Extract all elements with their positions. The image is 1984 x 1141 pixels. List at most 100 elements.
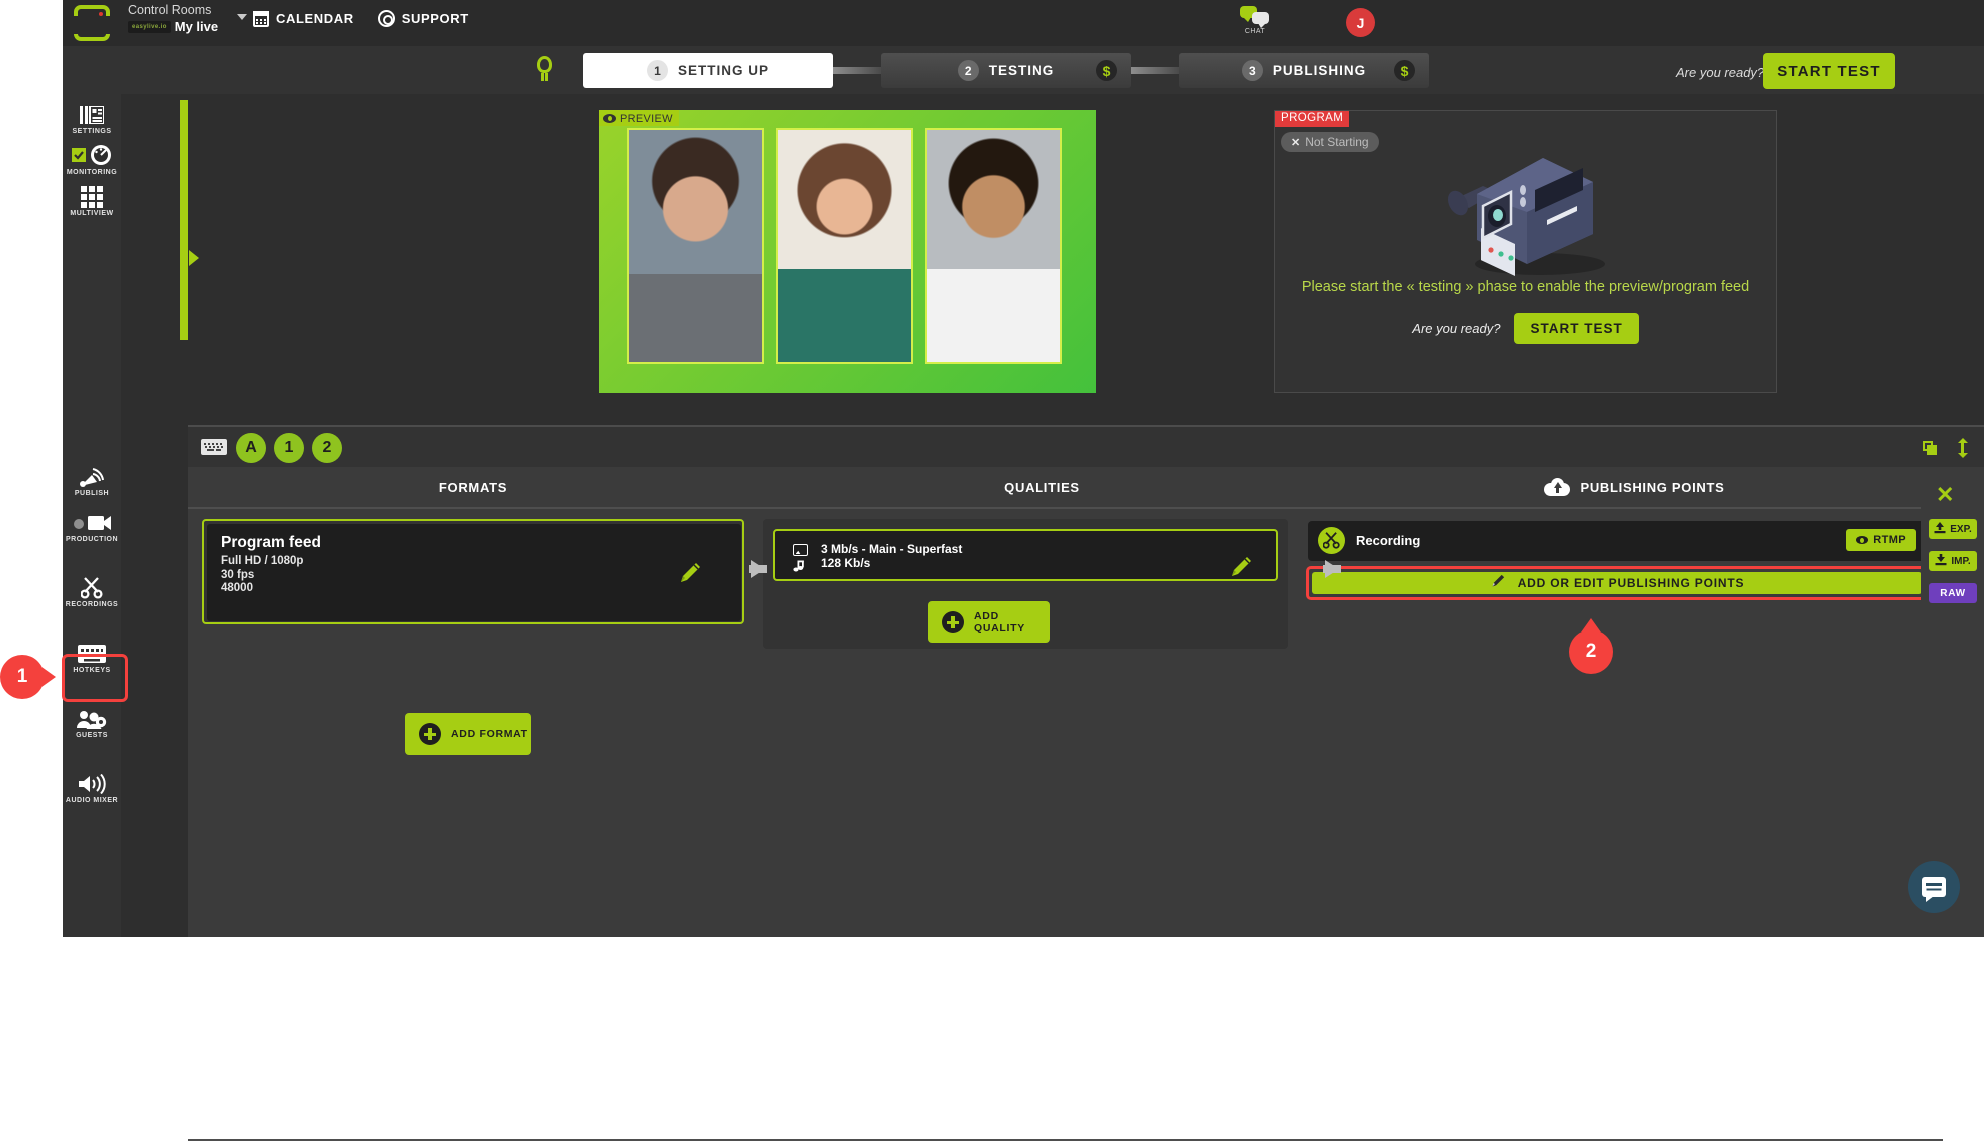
raw-button[interactable]: RAW <box>1929 583 1977 603</box>
format-title: Program feed <box>221 534 321 551</box>
sidebar-label: SETTINGS <box>72 128 112 135</box>
grid-icon <box>63 186 121 208</box>
add-quality-button[interactable]: ADD QUALITY <box>928 601 1050 643</box>
app-logo-icon[interactable] <box>74 5 110 41</box>
keyboard-icon[interactable] <box>201 439 227 455</box>
wizard-step-testing[interactable]: 2 TESTING $ <box>881 53 1131 88</box>
sidebar-item-multiview[interactable]: MULTIVIEW <box>63 180 121 221</box>
resize-vertical-icon[interactable] <box>1956 438 1970 458</box>
video-quality-icon <box>793 544 808 556</box>
workflow-row: Program feed Full HD / 1080p 30 fps 4800… <box>188 509 1943 649</box>
nav-calendar[interactable]: CALENDAR <box>253 10 354 27</box>
sidebar-item-settings[interactable]: SETTINGS <box>63 98 121 139</box>
chat-icon <box>1240 6 1270 28</box>
format-audio-rate: 48000 <box>221 582 253 594</box>
format-details: Full HD / 1080p 30 fps 48000 <box>221 555 303 596</box>
sidebar-item-production[interactable]: PRODUCTION <box>63 506 121 547</box>
scene-tab-a[interactable]: A <box>236 433 266 463</box>
protocol-badge[interactable]: RTMP <box>1846 529 1916 551</box>
participant-tile <box>776 128 913 364</box>
participant-tile <box>627 128 764 364</box>
sidebar-label: RECORDINGS <box>65 601 119 608</box>
import-button[interactable]: IMP. <box>1929 551 1977 571</box>
speaker-icon <box>63 773 121 795</box>
participant-tile <box>925 128 1062 364</box>
preview-badge-label: PREVIEW <box>620 112 673 125</box>
top-bar: Control Rooms easylive.io My live CALEND… <box>63 0 1984 46</box>
add-format-button[interactable]: ADD FORMAT <box>405 713 531 755</box>
publishing-point-row[interactable]: Recording RTMP <box>1308 521 1926 561</box>
audio-note-icon <box>793 559 806 572</box>
format-panel: Program feed Full HD / 1080p 30 fps 4800… <box>202 519 744 624</box>
program-start-test-button[interactable]: START TEST <box>1514 313 1639 344</box>
lightbulb-icon <box>533 56 555 86</box>
chat-button[interactable]: CHAT <box>1235 6 1275 35</box>
control-rooms-selector[interactable]: Control Rooms easylive.io My live <box>128 2 233 44</box>
column-header-publishing-points-label: PUBLISHING POINTS <box>1580 479 1725 495</box>
wizard-bar: 1 SETTING UP 2 TESTING $ 3 PUBLISHING $ … <box>63 46 1984 94</box>
add-or-edit-publishing-points-button[interactable]: ADD OR EDIT PUBLISHING POINTS <box>1312 572 1922 594</box>
x-icon: ✕ <box>1291 136 1301 149</box>
preview-monitor[interactable]: PREVIEW <box>599 110 1096 393</box>
program-message: Please start the « testing » phase to en… <box>1301 279 1750 295</box>
gauge-icon <box>63 145 121 167</box>
scene-tab-2[interactable]: 2 <box>312 433 342 463</box>
sidebar-item-audio-mixer[interactable]: AUDIO MIXER <box>63 767 121 808</box>
export-button[interactable]: EXP. <box>1929 519 1977 539</box>
publishing-point-name: Recording <box>1356 533 1421 548</box>
step-connector <box>833 67 881 74</box>
close-icon[interactable]: ✕ <box>1936 482 1954 508</box>
scene-tab-1[interactable]: 1 <box>274 433 304 463</box>
sidebar-item-monitoring[interactable]: MONITORING <box>63 139 121 180</box>
wizard-steps: 1 SETTING UP 2 TESTING $ 3 PUBLISHING $ <box>583 53 1429 88</box>
program-monitor[interactable]: PROGRAM ✕ Not Starting Please start the … <box>1274 110 1777 393</box>
publish-highlight <box>62 654 128 702</box>
wizard-step-setting-up[interactable]: 1 SETTING UP <box>583 53 833 88</box>
room-name: My live <box>174 19 219 34</box>
edit-quality-pencil-icon[interactable] <box>1228 554 1254 580</box>
avatar[interactable]: J <box>1346 8 1375 37</box>
lifebuoy-icon <box>377 10 395 27</box>
sidebar-label: GUESTS <box>76 732 108 739</box>
sidebar-label: PRODUCTION <box>65 536 119 543</box>
arrow-format-to-quality-icon <box>749 560 767 578</box>
preview-participants <box>627 128 1062 364</box>
add-edit-highlight: ADD OR EDIT PUBLISHING POINTS <box>1306 566 1928 600</box>
program-ready-text: Are you ready? <box>1412 321 1501 336</box>
chevron-down-icon[interactable] <box>237 14 247 20</box>
eye-icon <box>1856 536 1869 544</box>
sidebar-item-publish[interactable]: PUBLISH <box>63 460 121 501</box>
nav-calendar-label: CALENDAR <box>276 11 354 26</box>
duplicate-layer-icon[interactable] <box>1923 440 1938 456</box>
dollar-icon: $ <box>1096 60 1117 81</box>
column-header-qualities: QUALITIES <box>758 467 1326 507</box>
scene-tabs: A 1 2 <box>236 433 342 463</box>
column-headers: FORMATS QUALITIES PUBLISHING POINTS <box>188 467 1943 507</box>
format-card[interactable]: Program feed Full HD / 1080p 30 fps 4800… <box>207 524 741 621</box>
camera-illustration <box>1425 146 1625 281</box>
scissors-icon <box>63 577 121 599</box>
step-label: TESTING <box>988 63 1055 78</box>
nav-support[interactable]: SUPPORT <box>377 10 469 27</box>
sidebar-item-recordings[interactable]: RECORDINGS <box>63 571 121 612</box>
intercom-chat-button[interactable] <box>1908 861 1960 913</box>
start-test-button[interactable]: START TEST <box>1763 53 1895 89</box>
sidebar-label: AUDIO MIXER <box>65 797 119 804</box>
column-header-formats: FORMATS <box>188 467 758 507</box>
edit-format-pencil-icon[interactable] <box>677 560 703 586</box>
add-or-edit-label: ADD OR EDIT PUBLISHING POINTS <box>1517 576 1745 590</box>
brand-badge: easylive.io <box>128 20 171 33</box>
stage-area: PREVIEW PROGRAM ✕ Not Starting Please st… <box>188 100 1984 518</box>
wizard-ready-text: Are you ready? <box>1676 65 1765 80</box>
step-connector <box>1131 67 1179 74</box>
step-number: 3 <box>1241 60 1263 81</box>
people-gear-icon <box>63 708 121 730</box>
preview-badge: PREVIEW <box>599 110 679 126</box>
callout-2: 2 <box>1569 618 1613 674</box>
quality-card[interactable]: 3 Mb/s - Main - Superfast 128 Kb/s <box>773 529 1278 581</box>
cloud-upload-icon <box>1544 478 1571 496</box>
download-icon <box>1935 553 1947 569</box>
sidebar-item-guests[interactable]: GUESTS <box>63 702 121 743</box>
wizard-step-publishing[interactable]: 3 PUBLISHING $ <box>1179 53 1429 88</box>
nav-support-label: SUPPORT <box>401 11 469 26</box>
